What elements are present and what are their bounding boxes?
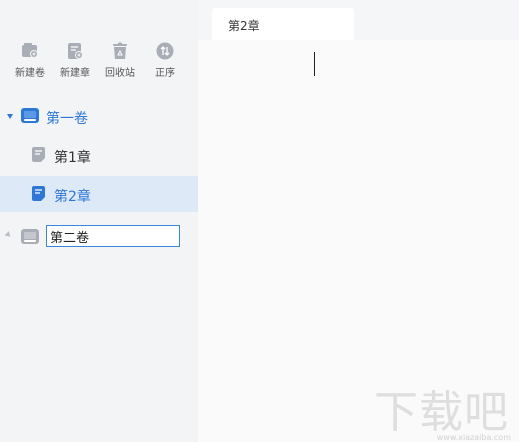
volume-2-rename-input[interactable] <box>46 225 180 247</box>
editor-area: 第2章 下载吧 www.xiazaiba.com <box>198 0 519 442</box>
volume-1-title: 第一卷 <box>46 111 88 127</box>
chapter-2-title: 第2章 <box>54 189 91 205</box>
new-chapter-icon <box>68 43 83 59</box>
text-cursor <box>314 52 315 76</box>
editor-content[interactable]: 下载吧 www.xiazaiba.com <box>198 40 519 442</box>
tree-volume-1[interactable]: 第一卷 <box>0 98 198 134</box>
expand-caret-icon[interactable] <box>7 114 13 119</box>
sort-label: 正序 <box>155 68 175 79</box>
new-chapter-label: 新建章 <box>60 68 90 79</box>
chapter-1-title: 第1章 <box>54 150 91 166</box>
recycle-bin-label: 回收站 <box>105 68 135 79</box>
volume-folder-icon <box>21 108 39 123</box>
tree-chapter-1[interactable]: 第1章 <box>0 137 198 173</box>
tree-chapter-2[interactable]: 第2章 <box>0 176 198 212</box>
new-volume-label: 新建卷 <box>15 68 45 79</box>
chapter-doc-icon <box>32 147 45 162</box>
recycle-bin-button[interactable]: 回收站 <box>96 38 144 79</box>
chapter-doc-icon <box>32 186 45 201</box>
new-chapter-button[interactable]: 新建章 <box>51 38 99 79</box>
watermark-url: www.xiazaiba.com <box>436 433 511 442</box>
collapse-caret-icon[interactable] <box>4 231 13 239</box>
watermark-logo: 下载吧 <box>374 387 509 438</box>
sidebar-toolbar: 新建卷 新建章 回收站 正序 <box>0 38 198 88</box>
new-volume-button[interactable]: 新建卷 <box>6 38 54 79</box>
trash-icon <box>113 42 127 59</box>
sort-button[interactable]: 正序 <box>141 38 189 79</box>
tab-chapter-2[interactable]: 第2章 <box>212 8 354 40</box>
new-volume-icon <box>22 43 38 58</box>
sort-icon <box>156 42 174 60</box>
volume-folder-icon <box>21 229 39 244</box>
sidebar: 新建卷 新建章 回收站 正序 第一卷 第1章 第2章 第二卷 <box>0 0 198 442</box>
